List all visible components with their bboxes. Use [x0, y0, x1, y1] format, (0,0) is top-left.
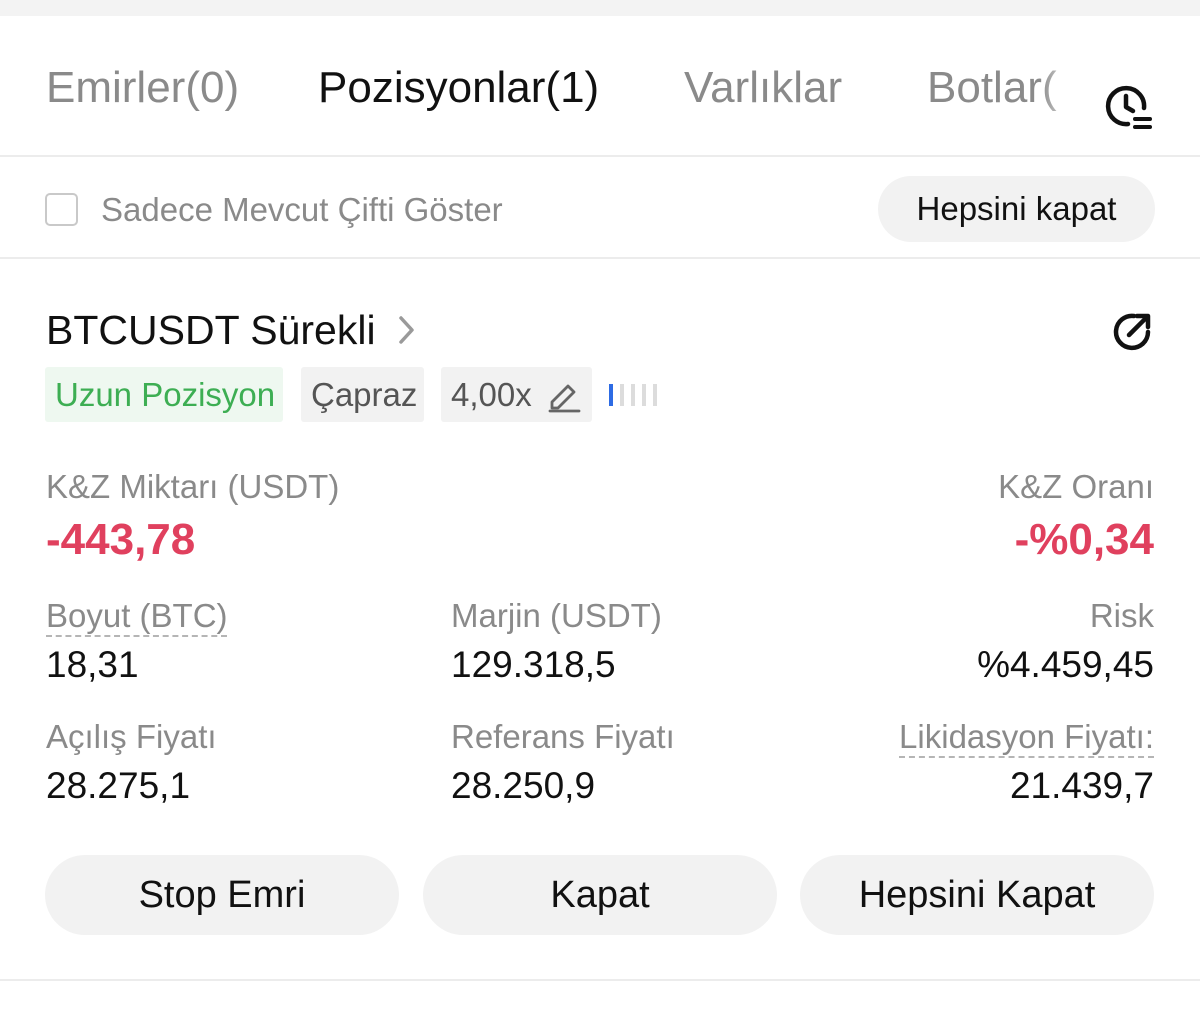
cross-margin-tag: Çapraz: [301, 367, 424, 422]
risk-bar: [631, 384, 635, 406]
history-icon[interactable]: [1100, 78, 1156, 134]
risk-bar: [642, 384, 646, 406]
risk-label: Risk: [1089, 597, 1154, 634]
size-label[interactable]: Boyut (BTC): [46, 596, 228, 636]
edit-icon[interactable]: [546, 377, 582, 413]
tab-orders[interactable]: Emirler(0): [46, 64, 239, 112]
pair-title[interactable]: BTCUSDT Sürekli: [46, 307, 376, 353]
risk-value: %4.459,45: [977, 644, 1154, 685]
entry-price-label: Açılış Fiyatı: [46, 718, 217, 755]
margin-value: 129.318,5: [451, 644, 616, 685]
risk-bar: [609, 384, 613, 406]
mark-price-label: Referans Fiyatı: [451, 718, 675, 755]
pnl-amount-value: -443,78: [46, 515, 196, 564]
close-all-button[interactable]: Hepsini Kapat: [800, 855, 1154, 935]
long-position-tag: Uzun Pozisyon: [45, 367, 283, 422]
chevron-right-icon[interactable]: [395, 313, 419, 347]
risk-level-indicator: [609, 384, 657, 406]
close-position-button[interactable]: Kapat: [423, 855, 777, 935]
liquidation-price-label[interactable]: Likidasyon Fiyatı:: [899, 717, 1154, 757]
top-strip: [0, 0, 1200, 16]
close-all-positions-button[interactable]: Hepsini kapat: [878, 176, 1155, 242]
filter-row: Sadece Mevcut Çifti Göster Hepsini kapat: [0, 157, 1200, 259]
tab-overflow-fade: [1040, 46, 1100, 136]
leverage-value: 4,00x: [451, 376, 532, 413]
share-icon[interactable]: [1110, 308, 1156, 354]
pnl-ratio-label: K&Z Oranı: [998, 468, 1154, 505]
risk-bar: [653, 384, 657, 406]
current-pair-label: Sadece Mevcut Çifti Göster: [101, 191, 503, 228]
bottom-divider: [0, 979, 1200, 981]
stop-order-button[interactable]: Stop Emri: [45, 855, 399, 935]
tab-bar: Emirler(0) Pozisyonlar(1) Varlıklar Botl…: [0, 16, 1200, 157]
pnl-amount-label: K&Z Miktarı (USDT): [46, 468, 340, 505]
tab-positions[interactable]: Pozisyonlar(1): [318, 64, 599, 112]
size-value: 18,31: [46, 644, 139, 685]
risk-bar: [620, 384, 624, 406]
liquidation-price-value: 21.439,7: [1009, 765, 1154, 806]
leverage-tag[interactable]: 4,00x: [441, 367, 592, 422]
mark-price-value: 28.250,9: [451, 765, 596, 806]
margin-label: Marjin (USDT): [451, 597, 662, 634]
tab-assets[interactable]: Varlıklar: [684, 64, 842, 112]
pnl-ratio-value: -%0,34: [1014, 515, 1154, 564]
current-pair-checkbox[interactable]: [45, 193, 78, 226]
entry-price-value: 28.275,1: [46, 765, 191, 806]
